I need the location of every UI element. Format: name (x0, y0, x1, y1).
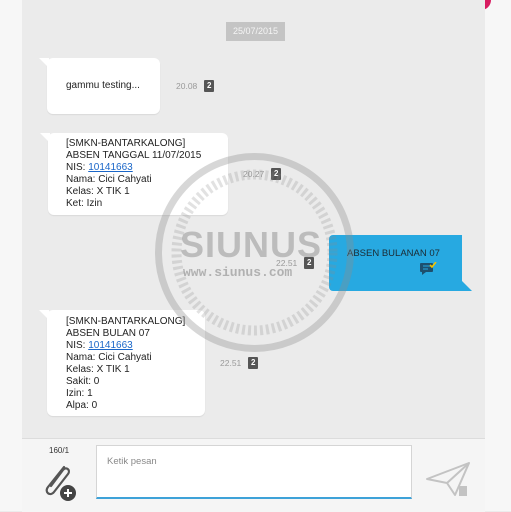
message-line: Ket: Izin (66, 198, 103, 209)
message-line: Nama: Cici Cahyati (66, 352, 152, 363)
message-line: Alpa: 0 (66, 400, 98, 411)
message-line: Kelas: X TIK 1 (66, 364, 130, 375)
nis-label: NIS: (66, 340, 89, 351)
device-frame-right (471, 0, 511, 511)
sim-2-icon: 2 (271, 168, 282, 180)
watermark-title: SIUNUS (180, 224, 323, 265)
incoming-message[interactable]: [SMKN-BANTARKALONG] ABSEN TANGGAL 11/07/… (40, 133, 228, 215)
message-line: [SMKN-BANTARKALONG] (66, 138, 186, 149)
message-time: 20.27 (243, 169, 265, 179)
message-line: [SMKN-BANTARKALONG] (66, 316, 186, 327)
bubble-tail (462, 281, 472, 291)
delivered-icon (420, 262, 437, 275)
message-line: Izin: 1 (66, 388, 93, 399)
message-line: ABSEN TANGGAL 11/07/2015 (66, 150, 202, 161)
outgoing-message[interactable]: ABSEN BULANAN 07 (329, 235, 472, 291)
nis-link[interactable]: 10141663 (88, 162, 133, 173)
message-meta: 20.27 2 (243, 168, 282, 180)
incoming-message[interactable]: [SMKN-BANTARKALONG] ABSEN BULAN 07 NIS: … (39, 310, 205, 416)
nis-line: NIS: 10141663 (66, 340, 185, 352)
send-icon[interactable] (425, 459, 471, 499)
message-meta: 20.08 2 (176, 80, 215, 92)
message-text: gammu testing... (66, 80, 140, 91)
message-time: 22.51 (220, 358, 242, 368)
nis-line: NIS: 10141663 (66, 162, 201, 174)
message-time: 20.08 (176, 81, 198, 91)
composer-bar: 160/1 Ketik pesan (22, 438, 485, 512)
incoming-message[interactable]: gammu testing... (39, 58, 160, 114)
paperclip-add-icon[interactable] (38, 461, 80, 503)
sim-2-icon: 2 (248, 357, 259, 369)
bubble-tail (39, 58, 49, 68)
message-text: ABSEN BULANAN 07 (347, 248, 440, 259)
message-meta: 22.51 2 (220, 357, 259, 369)
message-input[interactable]: Ketik pesan (96, 445, 412, 499)
character-counter: 160/1 (49, 446, 70, 455)
bubble-tail (40, 133, 50, 143)
date-separator: 25/07/2015 (226, 22, 285, 41)
watermark-url: www.siunus.com (183, 265, 293, 280)
message-line: ABSEN BULAN 07 (66, 328, 150, 339)
bubble-tail (39, 310, 49, 320)
message-line: Sakit: 0 (66, 376, 100, 387)
nis-link[interactable]: 10141663 (88, 340, 133, 351)
nis-label: NIS: (66, 162, 89, 173)
device-frame-left (0, 0, 22, 511)
message-line: Nama: Cici Cahyati (66, 174, 152, 185)
message-line: Kelas: X TIK 1 (66, 186, 130, 197)
sim-2-icon: 2 (204, 80, 215, 92)
